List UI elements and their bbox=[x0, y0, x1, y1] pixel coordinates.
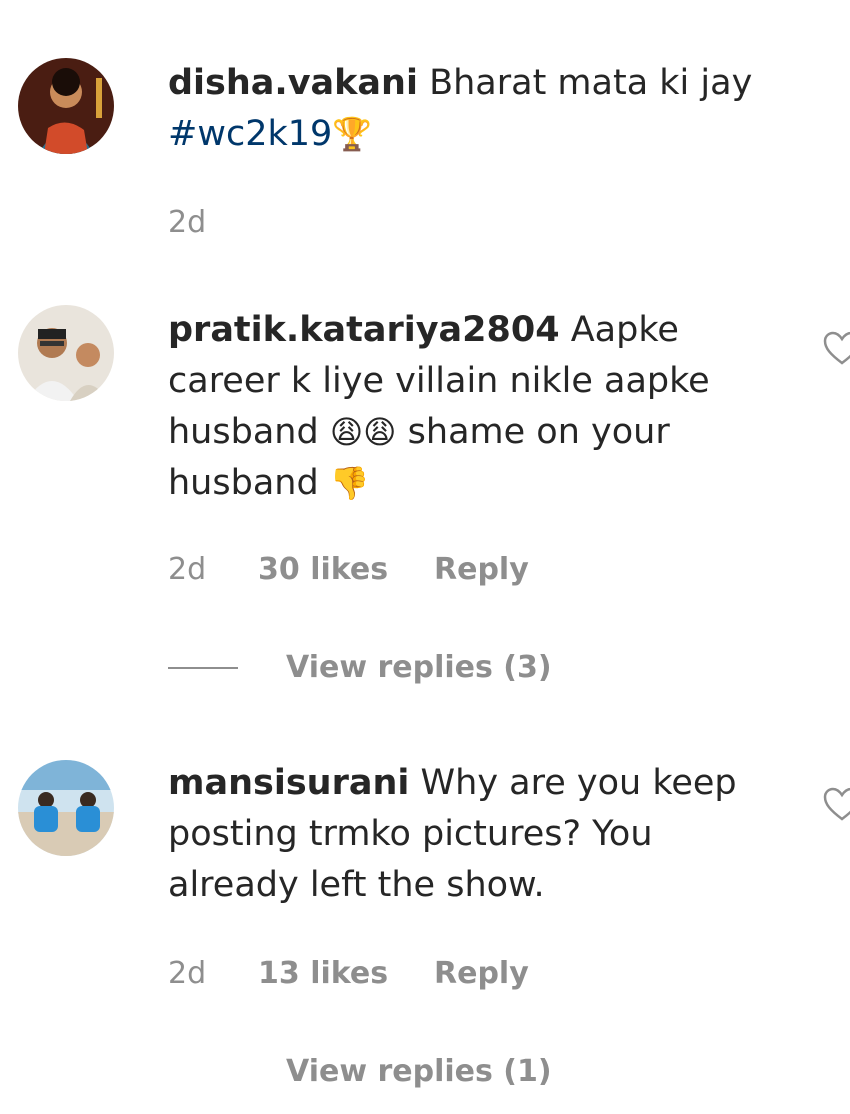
comment-time[interactable]: 2d bbox=[168, 956, 258, 991]
heart-outline-icon[interactable] bbox=[822, 786, 850, 822]
comment-time[interactable]: 2d bbox=[168, 205, 206, 240]
thumbs-down-emoji: 👎 bbox=[329, 464, 370, 502]
comment-body-line3b: shame on your bbox=[407, 412, 670, 452]
comment-meta: 2d bbox=[168, 205, 206, 240]
comment-body-line2: posting trmko pictures? You bbox=[168, 814, 653, 854]
username-link[interactable]: pratik.katariya2804 bbox=[168, 310, 560, 350]
hashtag-link[interactable]: #wc2k19 bbox=[168, 114, 332, 154]
heart-outline-icon[interactable] bbox=[822, 330, 850, 366]
comment-text: disha.vakani Bharat mata ki jay #wc2k19🏆 bbox=[168, 58, 808, 160]
comment-body-line1: Why are you keep bbox=[420, 763, 737, 803]
reply-button[interactable]: Reply bbox=[434, 552, 529, 587]
comment-body-line3: already left the show. bbox=[168, 865, 545, 905]
view-replies-button[interactable]: View replies (1) bbox=[286, 1054, 552, 1089]
comment-body-line1: Aapke bbox=[570, 310, 679, 350]
comment-body-line2: career k liye villain nikle aapke bbox=[168, 361, 710, 401]
comment-body: Bharat mata ki jay bbox=[429, 63, 753, 103]
likes-count-button[interactable]: 30 likes bbox=[258, 552, 434, 587]
avatar-mansisurani[interactable] bbox=[18, 760, 114, 856]
view-replies-button[interactable]: View replies (3) bbox=[168, 650, 552, 685]
reply-button[interactable]: Reply bbox=[434, 956, 529, 991]
comment-text: pratik.katariya2804 Aapke career k liye … bbox=[168, 305, 808, 509]
comment-body-line4: husband bbox=[168, 463, 319, 503]
avatar-pratik-katariya[interactable] bbox=[18, 305, 114, 401]
view-replies-label[interactable]: View replies (1) bbox=[286, 1054, 552, 1089]
trophy-icon: 🏆 bbox=[332, 115, 373, 153]
comment-time[interactable]: 2d bbox=[168, 552, 258, 587]
comment-meta: 2d 30 likes Reply bbox=[168, 552, 529, 587]
comment-meta: 2d 13 likes Reply bbox=[168, 956, 529, 991]
comment-text: mansisurani Why are you keep posting trm… bbox=[168, 758, 808, 911]
likes-count-button[interactable]: 13 likes bbox=[258, 956, 434, 991]
username-link[interactable]: mansisurani bbox=[168, 763, 409, 803]
comment-body-line3a: husband bbox=[168, 412, 319, 452]
view-replies-label[interactable]: View replies (3) bbox=[286, 650, 552, 685]
weary-face-emoji: 😩😩 bbox=[329, 413, 397, 451]
username-link[interactable]: disha.vakani bbox=[168, 63, 418, 103]
divider-line bbox=[168, 666, 238, 669]
avatar-disha-vakani[interactable] bbox=[18, 58, 114, 154]
